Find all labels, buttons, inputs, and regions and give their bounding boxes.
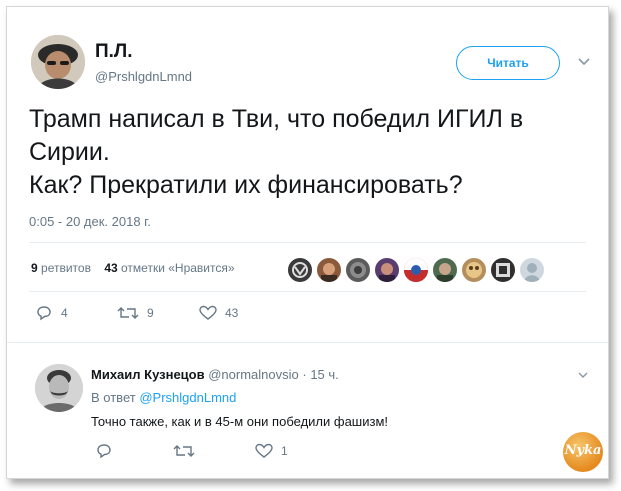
- follow-button[interactable]: Читать: [456, 46, 560, 80]
- liker-avatar[interactable]: [287, 257, 313, 283]
- divider: [29, 242, 586, 243]
- reply-icon[interactable]: [35, 305, 53, 321]
- in-reply-handle-link[interactable]: @PrshlgdnLmnd: [139, 390, 236, 405]
- reply-icon[interactable]: [95, 443, 113, 459]
- heart-icon[interactable]: [199, 305, 217, 321]
- liker-avatar[interactable]: [374, 257, 400, 283]
- reply-count: 4: [61, 306, 68, 320]
- tweet-text: Трамп написал в Тви, что победил ИГИЛ в …: [29, 103, 589, 202]
- author-name[interactable]: П.Л.: [95, 41, 133, 63]
- liker-avatar[interactable]: [490, 257, 516, 283]
- in-reply-to: В ответ @PrshlgdnLmnd: [91, 390, 236, 405]
- liker-avatar[interactable]: [345, 257, 371, 283]
- chevron-down-icon[interactable]: [577, 368, 589, 380]
- watermark-text: Nyka: [564, 443, 602, 458]
- tweet-text-line: Как? Прекратили их финансировать?: [29, 171, 463, 199]
- reply-retweet-action[interactable]: [173, 443, 203, 459]
- retweet-count: 9: [147, 306, 154, 320]
- reply-like-count: 1: [281, 444, 288, 458]
- reply-text: Точно также, как и в 45-м они победили ф…: [91, 414, 389, 429]
- tweet-stats: 9 ретвитов 43 отметки «Нравится»: [31, 261, 235, 275]
- divider: [29, 291, 586, 292]
- likes-label[interactable]: отметки «Нравится»: [121, 261, 235, 275]
- retweet-action[interactable]: 9: [117, 305, 154, 321]
- like-action[interactable]: 43: [199, 305, 238, 321]
- in-reply-prefix: В ответ: [91, 390, 136, 405]
- tweet-text-line: Трамп написал в Тви, что победил ИГИЛ в: [29, 105, 524, 133]
- author-avatar[interactable]: [31, 35, 85, 89]
- liker-avatar[interactable]: [432, 257, 458, 283]
- reply-reply-action[interactable]: [95, 443, 121, 459]
- author-handle[interactable]: @PrshlgdnLmnd: [95, 69, 192, 84]
- tweet-timestamp[interactable]: 0:05 - 20 дек. 2018 г.: [29, 214, 151, 229]
- reply-like-action[interactable]: 1: [255, 443, 288, 459]
- divider: [7, 342, 608, 343]
- like-count: 43: [225, 306, 239, 320]
- reply-author-name[interactable]: Михаил Кузнецов: [91, 367, 205, 382]
- reply-author-avatar[interactable]: [35, 364, 83, 412]
- likes-count[interactable]: 43: [104, 261, 117, 275]
- reply-time[interactable]: · 15 ч.: [302, 367, 338, 382]
- tweet-text-line: Сирии.: [29, 138, 110, 166]
- tweet-card: П.Л. @PrshlgdnLmnd Читать Трамп написал …: [6, 6, 609, 479]
- retweet-icon[interactable]: [117, 305, 139, 321]
- heart-icon[interactable]: [255, 443, 273, 459]
- liker-avatar[interactable]: [316, 257, 342, 283]
- retweets-count[interactable]: 9: [31, 261, 38, 275]
- reply-author-handle[interactable]: @normalnovsio: [208, 367, 299, 382]
- watermark-logo: Nyka: [563, 432, 603, 472]
- liker-avatar[interactable]: [519, 257, 545, 283]
- retweets-label[interactable]: ретвитов: [41, 261, 91, 275]
- retweet-icon[interactable]: [173, 443, 195, 459]
- liker-avatar[interactable]: [403, 257, 429, 283]
- chevron-down-icon[interactable]: [577, 55, 591, 69]
- reply-header: Михаил Кузнецов @normalnovsio · 15 ч.: [91, 367, 339, 382]
- liker-avatar[interactable]: [461, 257, 487, 283]
- reply-action[interactable]: 4: [35, 305, 68, 321]
